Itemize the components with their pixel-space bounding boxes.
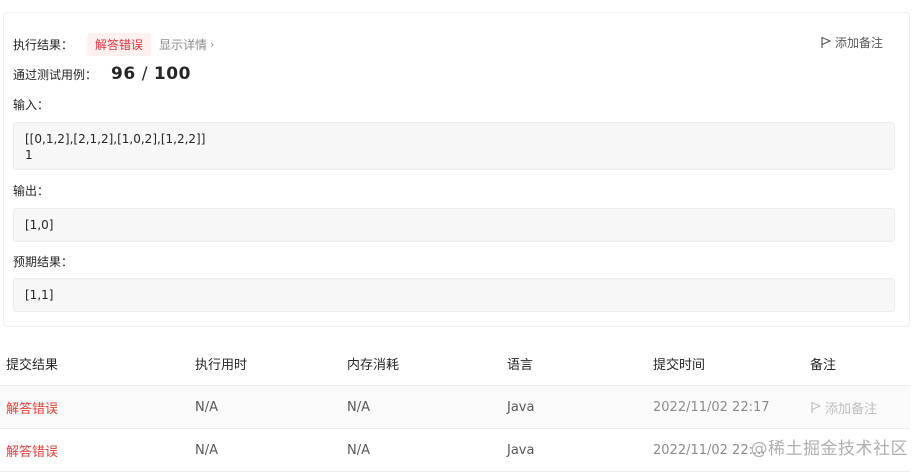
time-cell: 2022/11/02 22:... <box>653 442 766 458</box>
status-label: 执行结果： <box>13 37 74 52</box>
total-number: 100 <box>153 64 191 84</box>
passed-label: 通过测试用例： <box>13 67 98 82</box>
table-row[interactable]: 解答错误 N/A N/A Java 2022/11/02 22:17 添加备注 <box>0 386 910 429</box>
input-line: 1 <box>25 148 33 162</box>
memory-cell: N/A <box>347 442 370 458</box>
header-note: 备注 <box>810 358 837 373</box>
chevron-right-icon: › <box>210 37 215 51</box>
result-link[interactable]: 解答错误 <box>6 429 58 471</box>
output-box: [1,0] <box>13 208 895 242</box>
output-value: [1,0] <box>25 218 54 232</box>
passed-row: 通过测试用例： 96/100 <box>13 63 191 85</box>
add-note-row-button[interactable]: 添加备注 <box>810 386 877 428</box>
time-cell: 2022/11/02 22:17 <box>653 399 770 415</box>
passed-number: 96 <box>111 64 136 84</box>
expected-value: [1,1] <box>25 288 54 302</box>
passed-count: 96/100 <box>111 64 191 84</box>
watermark: @稀土掘金技术社区 <box>750 439 908 459</box>
language-cell: Java <box>507 442 535 458</box>
input-box: [[0,1,2],[2,1,2],[1,0,2],[1,2,2]] 1 <box>13 122 895 170</box>
header-memory: 内存消耗 <box>347 358 400 373</box>
input-line: [[0,1,2],[2,1,2],[1,0,2],[1,2,2]] <box>25 132 206 146</box>
input-label: 输入： <box>13 98 50 112</box>
output-label: 输出： <box>13 184 50 198</box>
result-panel: 执行结果： 解答错误 显示详情 › 添加备注 通过测试用例： 96/100 输入… <box>3 12 910 327</box>
show-details-label: 显示详情 <box>159 37 208 52</box>
flag-icon <box>821 36 832 48</box>
runtime-cell: N/A <box>195 399 218 415</box>
passed-separator: / <box>141 64 148 84</box>
memory-cell: N/A <box>347 399 370 415</box>
result-link[interactable]: 解答错误 <box>6 386 58 428</box>
status-badge: 解答错误 <box>87 32 152 56</box>
expected-box: [1,1] <box>13 278 895 312</box>
runtime-cell: N/A <box>195 442 218 458</box>
status-row: 执行结果： 解答错误 显示详情 › <box>13 32 214 56</box>
header-language: 语言 <box>507 358 534 373</box>
header-result: 提交结果 <box>6 358 59 373</box>
show-details-link[interactable]: 显示详情 › <box>159 36 214 53</box>
add-note-button[interactable]: 添加备注 <box>820 34 883 51</box>
flag-icon <box>811 401 822 413</box>
expected-label: 预期结果： <box>13 255 74 269</box>
header-runtime: 执行用时 <box>195 358 248 373</box>
add-note-label: 添加备注 <box>834 36 883 50</box>
table-header: 提交结果 执行用时 内存消耗 语言 提交时间 备注 <box>0 342 910 386</box>
header-time: 提交时间 <box>653 358 706 373</box>
language-cell: Java <box>507 399 535 415</box>
add-note-row-label: 添加备注 <box>825 401 878 417</box>
